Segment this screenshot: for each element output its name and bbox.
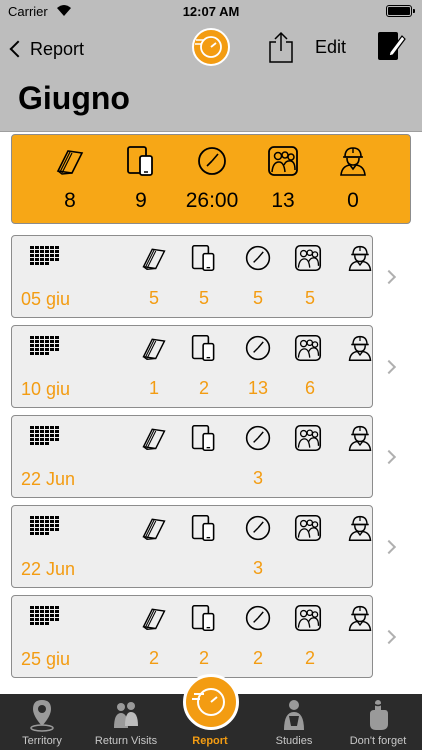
status-time: 12:07 AM	[182, 4, 240, 19]
row-hours: 13	[247, 378, 269, 398]
edit-button[interactable]: Edit	[315, 37, 346, 58]
devices-icon	[190, 424, 218, 452]
worker-icon	[346, 514, 374, 542]
books-icon	[140, 514, 168, 542]
page-title: Giugno	[18, 80, 130, 116]
calendar-icon	[30, 606, 60, 628]
worker-icon	[346, 604, 374, 632]
summary-studies-value: 0	[347, 189, 359, 212]
calendar-icon	[30, 246, 60, 268]
devices-icon	[190, 514, 218, 542]
clock-icon	[196, 145, 228, 177]
report-row[interactable]: 22 Jun 3	[11, 505, 373, 588]
books-icon	[54, 145, 86, 177]
tab-dont-forget[interactable]: Don't forget	[336, 694, 420, 750]
row-date: 05 giu	[21, 289, 71, 309]
row-return-visits: 6	[304, 378, 315, 398]
worker-icon	[346, 244, 374, 272]
tab-return-visits[interactable]: Return Visits	[84, 694, 168, 750]
row-hours: 3	[252, 468, 263, 488]
map-pin-icon	[30, 700, 54, 732]
row-hours: 2	[252, 648, 263, 668]
report-row[interactable]: 22 Jun 3	[11, 415, 373, 498]
row-return-visits: 5	[304, 288, 315, 308]
reminder-finger-icon	[370, 700, 388, 730]
tab-studies[interactable]: Studies	[252, 694, 336, 750]
chevron-right-icon[interactable]	[381, 269, 397, 285]
worker-icon	[337, 145, 369, 177]
row-videos: 2	[198, 378, 209, 398]
clock-icon	[244, 244, 272, 272]
row-videos: 2	[198, 648, 209, 668]
worker-icon	[346, 334, 374, 362]
back-button[interactable]: Report	[8, 36, 84, 62]
clock-icon	[244, 514, 272, 542]
row-videos: 5	[198, 288, 209, 308]
tab-studies-label: Studies	[275, 735, 313, 747]
devices-icon	[190, 244, 218, 272]
people-icon	[294, 514, 322, 542]
people-icon	[267, 145, 299, 177]
battery-icon	[386, 5, 415, 17]
row-date: 22 Jun	[21, 559, 76, 579]
calendar-icon	[30, 516, 60, 538]
row-hours: 3	[252, 558, 263, 578]
navigation-bar: Report Edit Giugno	[0, 24, 422, 132]
chevron-right-icon[interactable]	[381, 359, 397, 375]
clock-icon	[244, 424, 272, 452]
status-bar: Carrier 12:07 AM	[0, 0, 422, 24]
summary-studies: 0	[318, 135, 388, 225]
month-summary: 8 9 26:00 13 0	[11, 134, 411, 224]
chevron-right-icon[interactable]	[381, 449, 397, 465]
worker-icon	[346, 424, 374, 452]
people-icon	[294, 244, 322, 272]
books-icon	[140, 604, 168, 632]
tab-territory-label: Territory	[22, 735, 62, 747]
tab-territory[interactable]: Territory	[0, 694, 84, 750]
report-row[interactable]: 25 giu 2 2 2 2	[11, 595, 373, 678]
devices-icon	[190, 604, 218, 632]
tab-report-label: Report	[192, 735, 228, 747]
app-logo-icon	[192, 28, 230, 66]
row-return-visits: 2	[304, 648, 315, 668]
report-row[interactable]: 10 giu 1 2 13 6	[11, 325, 373, 408]
tab-dont-forget-label: Don't forget	[349, 735, 407, 747]
books-icon	[140, 424, 168, 452]
report-row[interactable]: 05 giu 5 5 5 5	[11, 235, 373, 318]
people-icon	[294, 424, 322, 452]
chevron-right-icon[interactable]	[381, 629, 397, 645]
summary-videos: 9	[106, 135, 176, 225]
row-placements: 2	[148, 648, 159, 668]
study-icon	[284, 700, 304, 730]
report-tab-button[interactable]	[183, 674, 239, 730]
summary-hours: 26:00	[177, 135, 247, 225]
share-icon[interactable]	[266, 30, 296, 64]
devices-icon	[125, 145, 157, 177]
row-placements: 1	[148, 378, 159, 398]
clock-icon	[244, 334, 272, 362]
people-icon	[114, 702, 138, 728]
books-icon	[140, 244, 168, 272]
people-icon	[294, 334, 322, 362]
row-placements: 5	[148, 288, 159, 308]
chevron-right-icon[interactable]	[381, 539, 397, 555]
compose-icon[interactable]	[376, 30, 406, 62]
clock-icon	[244, 604, 272, 632]
calendar-icon	[30, 426, 60, 448]
row-date: 25 giu	[21, 649, 71, 669]
summary-placements: 8	[35, 135, 105, 225]
report-icon	[192, 688, 225, 716]
books-icon	[140, 334, 168, 362]
row-date: 22 Jun	[21, 469, 76, 489]
back-label: Report	[30, 38, 85, 59]
row-hours: 5	[252, 288, 263, 308]
devices-icon	[190, 334, 218, 362]
calendar-icon	[30, 336, 60, 358]
chevron-left-icon	[9, 40, 27, 58]
tab-return-visits-label: Return Visits	[94, 735, 158, 747]
people-icon	[294, 604, 322, 632]
row-date: 10 giu	[21, 379, 71, 399]
